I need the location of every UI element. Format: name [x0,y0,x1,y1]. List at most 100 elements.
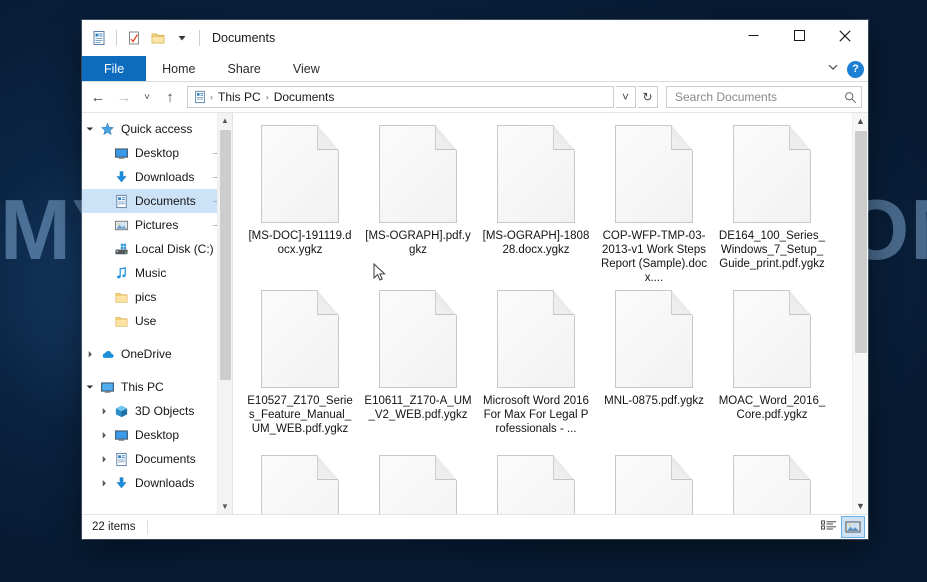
large-icons-view-button[interactable] [841,516,865,538]
sidebar-group-this-pc[interactable]: ⏷ This PC [82,375,232,399]
desktop-icon [112,146,130,161]
expand-ribbon-chevron-icon[interactable] [827,60,839,78]
file-item[interactable]: E10527_Z170_Series_Feature_Manual_UM_WEB… [241,286,359,451]
file-item[interactable]: [MS-DOC]-191119.docx.ygkz [241,121,359,286]
sidebar-item-use[interactable]: Use [82,309,232,333]
new-folder-icon[interactable] [147,27,169,49]
file-item[interactable]: COP-WFP-TMP-03-2013-v1 Work Steps Report… [595,121,713,286]
sidebar-item-this-pc-downloads[interactable]: ⏵ Downloads [82,471,232,495]
file-item[interactable]: [MS-OGRAPH]-180828.docx.ygkz [477,121,595,286]
sidebar-item-label-pictures: Pictures [135,218,179,232]
folder-icon [112,314,130,329]
blank-file-icon [379,125,457,223]
file-item[interactable] [595,451,713,514]
file-item[interactable]: MNL-0875.pdf.ygkz [595,286,713,451]
breadcrumb[interactable]: › This PC › Documents [187,86,614,108]
file-explorer-window: Documents File Home Share View ? ← → ˅ ↑… [82,20,868,539]
sidebar-scroll-thumb[interactable] [220,130,231,380]
forward-button[interactable]: → [112,85,136,109]
search-icon[interactable] [844,91,857,104]
drive-icon [112,242,130,257]
properties-icon[interactable] [123,27,145,49]
documents-icon[interactable] [88,27,110,49]
minimize-button[interactable] [730,20,776,51]
breadcrumb-item-this-pc[interactable]: This PC [214,90,265,104]
cube-icon [112,404,130,419]
scroll-up-icon[interactable]: ▲ [853,113,868,129]
ribbon-right-controls: ? [827,56,864,82]
sidebar-item-3d-objects[interactable]: ⏵ 3D Objects [82,399,232,423]
download-icon [112,170,130,185]
title-bar: Documents [82,20,868,56]
sidebar-scrollbar[interactable]: ▲ ▼ [217,113,232,514]
sidebar-item-this-pc-desktop[interactable]: ⏵ Desktop [82,423,232,447]
scroll-down-icon[interactable]: ▼ [853,498,868,514]
computer-icon [98,380,116,395]
file-name: Microsoft Word 2016 For Max For Legal Pr… [483,395,589,435]
sidebar-item-documents[interactable]: Documents 📌 [82,189,232,213]
chevron-right-icon[interactable]: ⏵ [96,478,112,488]
file-item[interactable] [713,451,831,514]
sidebar-scroll-up-icon[interactable]: ▲ [218,113,232,128]
sidebar-scroll-down-icon[interactable]: ▼ [218,499,232,514]
chevron-right-icon[interactable]: ⏵ [96,406,112,416]
address-dropdown-button[interactable]: ˅ [616,86,636,108]
file-item[interactable]: E10611_Z170-A_UM_V2_WEB.pdf.ygkz [359,286,477,451]
file-item[interactable] [241,451,359,514]
blank-file-icon [261,125,339,223]
file-item[interactable] [477,451,595,514]
chevron-down-icon[interactable]: ⏷ [82,124,98,134]
up-button[interactable]: ↑ [158,85,182,109]
file-item[interactable]: DE164_100_Series_Windows_7_Setup_Guide_p… [713,121,831,286]
toolbar-divider-2 [199,30,200,46]
chevron-right-icon[interactable]: ⏵ [82,349,98,359]
file-list-pane[interactable]: [MS-DOC]-191119.docx.ygkz [MS-OGRAPH].pd… [232,113,868,514]
sidebar-scroll-track[interactable] [218,128,232,499]
file-grid: [MS-DOC]-191119.docx.ygkz [MS-OGRAPH].pd… [233,113,852,514]
sidebar-item-pictures[interactable]: Pictures 📌 [82,213,232,237]
maximize-button[interactable] [776,20,822,51]
sidebar-item-pics[interactable]: pics [82,285,232,309]
sidebar-item-desktop[interactable]: Desktop 📌 [82,141,232,165]
customize-chevron-icon[interactable] [171,27,193,49]
tab-home[interactable]: Home [146,56,211,81]
tab-file[interactable]: File [82,56,147,81]
close-button[interactable] [822,20,868,51]
help-button[interactable]: ? [847,60,864,78]
tab-view[interactable]: View [277,56,336,81]
search-placeholder: Search Documents [675,90,778,104]
file-item[interactable]: MOAC_Word_2016_Core.pdf.ygkz [713,286,831,451]
sidebar-item-this-pc-documents[interactable]: ⏵ Documents [82,447,232,471]
scroll-thumb[interactable] [855,131,867,353]
blank-file-icon [733,125,811,223]
breadcrumb-item-documents[interactable]: Documents [270,90,339,104]
ribbon-tab-bar: File Home Share View ? [82,56,868,82]
file-pane-scrollbar[interactable]: ▲ ▼ [852,113,868,514]
chevron-right-icon[interactable]: ⏵ [96,454,112,464]
file-item[interactable] [359,451,477,514]
search-input[interactable]: Search Documents [666,86,862,108]
sidebar-item-label-use: Use [135,314,157,328]
sidebar-group-onedrive[interactable]: ⏵ OneDrive [82,342,232,366]
sidebar-item-local-disk-c[interactable]: Local Disk (C:) [82,237,232,261]
chevron-right-icon[interactable]: ⏵ [96,430,112,440]
toolbar-divider [116,30,117,46]
chevron-down-icon[interactable]: ⏷ [82,382,98,392]
back-button[interactable]: ← [86,85,110,109]
file-item[interactable]: Microsoft Word 2016 For Max For Legal Pr… [477,286,595,451]
breadcrumb-documents-icon [191,90,209,104]
tab-share[interactable]: Share [212,56,277,81]
sidebar-item-music[interactable]: Music [82,261,232,285]
file-item[interactable]: [MS-OGRAPH].pdf.ygkz [359,121,477,286]
scroll-track[interactable] [853,129,868,498]
refresh-button[interactable]: ↻ [638,86,658,108]
details-view-button[interactable] [818,517,840,537]
sidebar-group-quick-access[interactable]: ⏷ Quick access [82,117,232,141]
recent-locations-button[interactable]: ˅ [138,85,156,109]
status-bar: 22 items [82,514,868,539]
file-name: E10527_Z170_Series_Feature_Manual_UM_WEB… [247,395,353,435]
blank-file-icon [379,290,457,388]
sidebar-item-downloads[interactable]: Downloads 📌 [82,165,232,189]
blank-file-icon [379,455,457,514]
blank-file-icon [261,290,339,388]
